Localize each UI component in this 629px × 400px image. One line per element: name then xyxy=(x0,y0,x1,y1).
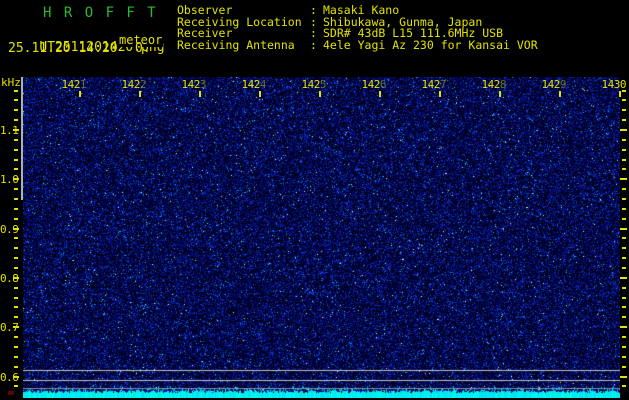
freq-minor-tick-right xyxy=(622,139,626,141)
freq-major-tick-left xyxy=(13,277,19,279)
freq-minor-tick-right xyxy=(622,149,626,151)
freq-minor-tick-right xyxy=(622,90,626,92)
freq-minor-tick-right xyxy=(622,218,626,220)
freq-tick-label: 0.7 xyxy=(0,321,19,334)
freq-minor-tick-left xyxy=(14,247,18,249)
freq-minor-tick-right xyxy=(622,306,626,308)
info-label: Receiving Antenna xyxy=(177,37,295,52)
freq-major-tick-left xyxy=(13,326,19,328)
freq-major-tick-right xyxy=(620,228,627,230)
hrofft-window: H R O F F T UT2511201420.png meteor 25.1… xyxy=(0,0,629,400)
freq-minor-tick-right xyxy=(622,316,626,318)
freq-minor-tick-right xyxy=(622,119,626,121)
freq-major-tick-right xyxy=(620,376,627,378)
freq-minor-tick-left xyxy=(14,198,18,200)
freq-minor-tick-left xyxy=(14,287,18,289)
freq-minor-tick-left xyxy=(14,208,18,210)
freq-minor-tick-right xyxy=(622,267,626,269)
freq-minor-tick-left xyxy=(14,188,18,190)
freq-tick-label: 0.9 xyxy=(0,223,19,236)
freq-major-tick-right xyxy=(620,129,627,131)
freq-minor-tick-right xyxy=(622,237,626,239)
info-row-antenna: Receiving Antenna:4ele Yagi Az 230 for K… xyxy=(177,37,538,52)
freq-major-tick-left xyxy=(13,129,19,131)
freq-major-tick-left xyxy=(13,228,19,230)
freq-minor-tick-left xyxy=(14,99,18,101)
datetime-label: 25.11.20 14:20 xyxy=(8,41,118,56)
freq-minor-tick-left xyxy=(14,346,18,348)
freq-minor-tick-left xyxy=(14,90,18,92)
freq-major-tick-left xyxy=(13,178,19,180)
freq-major-tick-right xyxy=(620,277,627,279)
echo-count: 0. xyxy=(135,41,151,56)
freq-minor-tick-left xyxy=(14,237,18,239)
freq-minor-tick-right xyxy=(622,159,626,161)
freq-major-tick-right xyxy=(620,326,627,328)
freq-minor-tick-right xyxy=(622,188,626,190)
freq-minor-tick-right xyxy=(622,385,626,387)
freq-minor-tick-left xyxy=(14,168,18,170)
freq-minor-tick-right xyxy=(622,109,626,111)
freq-minor-tick-right xyxy=(622,99,626,101)
freq-minor-tick-left xyxy=(14,119,18,121)
freq-minor-tick-left xyxy=(14,316,18,318)
freq-minor-tick-left xyxy=(14,257,18,259)
freq-minor-tick-left xyxy=(14,267,18,269)
freq-minor-tick-right xyxy=(622,208,626,210)
freq-minor-tick-left xyxy=(14,218,18,220)
freq-unit-label: kHz xyxy=(1,76,21,89)
info-colon: : xyxy=(310,37,317,52)
station-info: Observer: Masaki Kano Receiving Location:… xyxy=(177,4,538,52)
freq-minor-tick-right xyxy=(622,346,626,348)
freq-minor-tick-right xyxy=(622,257,626,259)
freq-minor-tick-right xyxy=(622,168,626,170)
freq-minor-tick-left xyxy=(14,109,18,111)
freq-minor-tick-right xyxy=(622,297,626,299)
spectrogram-canvas xyxy=(23,77,620,398)
freq-tick-label: 1.1 xyxy=(0,124,19,137)
freq-tick-label: 0.8 xyxy=(0,272,19,285)
freq-minor-tick-right xyxy=(622,366,626,368)
freq-minor-tick-left xyxy=(14,159,18,161)
freq-minor-tick-right xyxy=(622,287,626,289)
freq-minor-tick-left xyxy=(14,297,18,299)
freq-minor-tick-left xyxy=(14,356,18,358)
freq-minor-tick-left xyxy=(14,385,18,387)
freq-tick-label: 1.0 xyxy=(0,173,19,186)
info-value: 4ele Yagi Az 230 for Kansai VOR xyxy=(323,37,538,52)
freq-minor-tick-right xyxy=(622,247,626,249)
freq-minor-tick-left xyxy=(14,149,18,151)
corner-marker xyxy=(8,391,14,395)
freq-minor-tick-right xyxy=(622,356,626,358)
freq-minor-tick-left xyxy=(14,336,18,338)
app-title: H R O F F T xyxy=(43,5,158,21)
freq-minor-tick-right xyxy=(622,336,626,338)
freq-minor-tick-left xyxy=(14,366,18,368)
freq-minor-tick-left xyxy=(14,139,18,141)
freq-major-tick-right xyxy=(620,178,627,180)
freq-minor-tick-left xyxy=(14,306,18,308)
freq-tick-label: 0.6 xyxy=(0,371,19,384)
freq-minor-tick-right xyxy=(622,198,626,200)
freq-major-tick-left xyxy=(13,376,19,378)
left-border-line xyxy=(21,77,23,200)
